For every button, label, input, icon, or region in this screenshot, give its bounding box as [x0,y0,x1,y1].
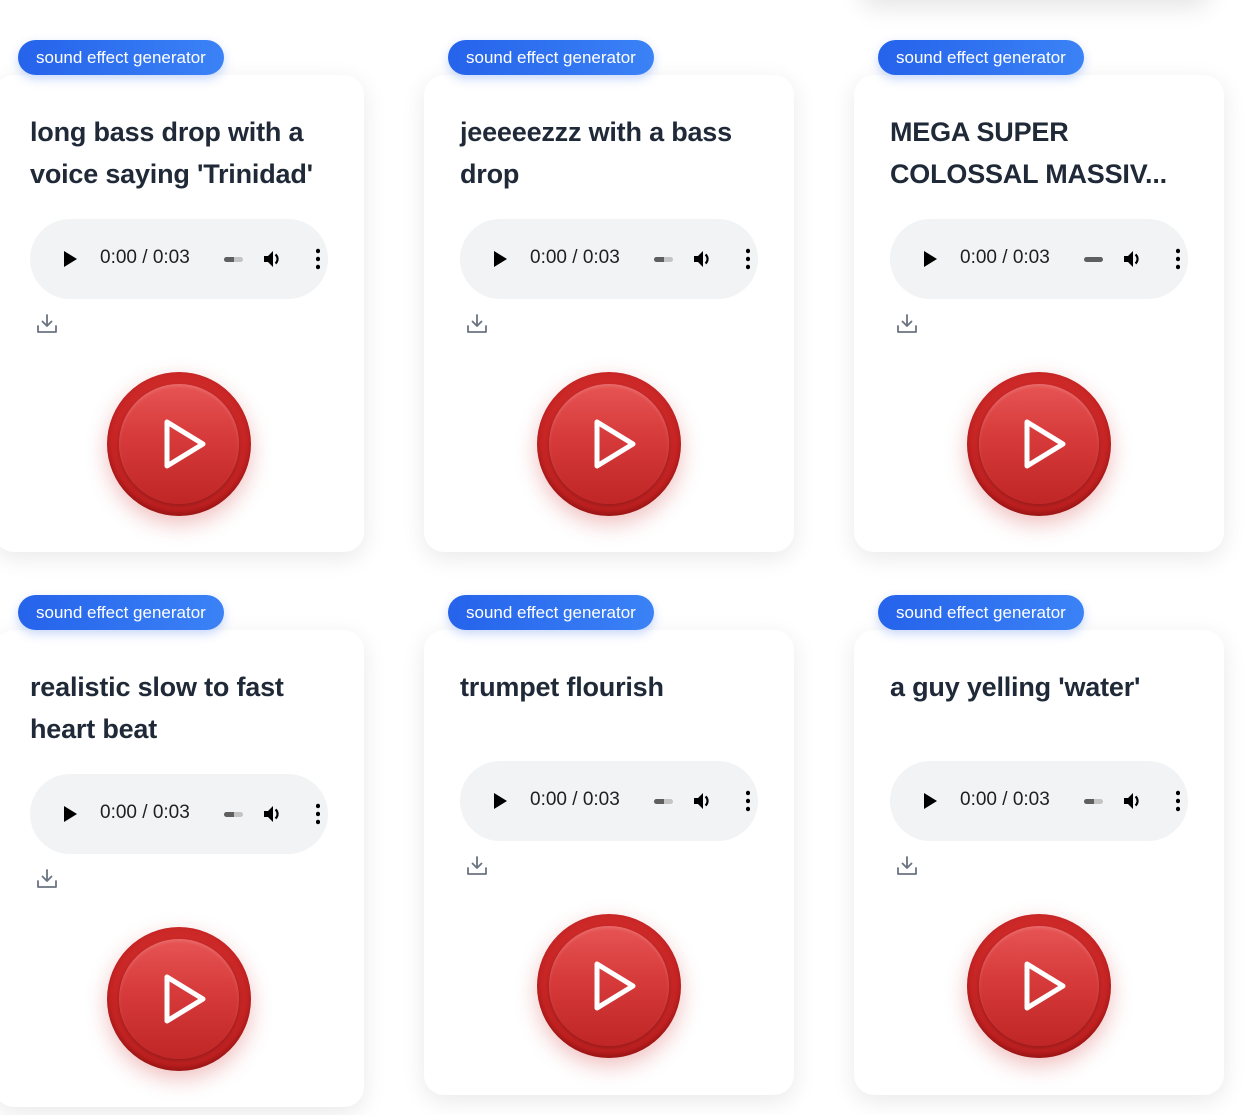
download-icon[interactable] [466,855,488,877]
category-tag[interactable]: sound effect generator [18,595,224,630]
audio-progress-slider[interactable] [224,812,243,817]
big-play-button[interactable] [537,372,681,516]
download-icon[interactable] [466,313,488,335]
volume-icon[interactable] [261,802,285,826]
play-icon [1024,419,1066,469]
sound-title-line-1: a guy yelling 'water' [890,672,1141,702]
audio-player: 0:00 / 0:03 [30,219,328,299]
sound-title[interactable]: trumpet flourish [460,666,770,708]
download-icon[interactable] [896,313,918,335]
play-icon [594,961,636,1011]
audio-play-icon[interactable] [494,251,507,267]
sound-title[interactable]: a guy yelling 'water' [890,666,1200,708]
download-icon[interactable] [896,855,918,877]
sound-title[interactable]: long bass drop with a voice saying 'Trin… [30,111,340,195]
audio-player: 0:00 / 0:03 [460,761,758,841]
audio-progress-slider[interactable] [654,799,673,804]
category-tag[interactable]: sound effect generator [18,40,224,75]
audio-progress-fill [654,799,664,804]
audio-progress-slider[interactable] [224,257,243,262]
big-play-button[interactable] [107,927,251,1071]
big-play-button[interactable] [967,914,1111,1058]
sound-title-line-1: realistic slow to fast [30,672,284,702]
sound-title[interactable]: MEGA SUPER COLOSSAL MASSIV... [890,111,1200,195]
audio-play-icon[interactable] [924,793,937,809]
play-icon [594,419,636,469]
audio-time: 0:00 / 0:03 [960,789,1050,810]
sound-card-body: trumpet flourish 0:00 / 0:03 [424,630,794,1095]
more-options-icon[interactable] [746,248,750,270]
play-icon [1024,961,1066,1011]
audio-progress-fill [1084,799,1094,804]
sound-title[interactable]: realistic slow to fast heart beat [30,666,340,750]
sound-title-line-2: drop [460,159,520,189]
volume-icon[interactable] [261,247,285,271]
big-play-button[interactable] [107,372,251,516]
volume-icon[interactable] [691,789,715,813]
sound-card-body: MEGA SUPER COLOSSAL MASSIV... 0:00 / 0:0… [854,75,1224,552]
audio-time: 0:00 / 0:03 [530,247,620,268]
sound-title-line-2: heart beat [30,714,158,744]
sound-card-body: long bass drop with a voice saying 'Trin… [0,75,364,552]
audio-time: 0:00 / 0:03 [530,789,620,810]
audio-play-icon[interactable] [64,251,77,267]
more-options-icon[interactable] [1176,790,1180,812]
audio-play-icon[interactable] [64,806,77,822]
audio-progress-fill [224,812,234,817]
category-tag[interactable]: sound effect generator [448,595,654,630]
audio-player: 0:00 / 0:03 [30,774,328,854]
play-icon [164,419,206,469]
category-tag[interactable]: sound effect generator [448,40,654,75]
sound-title-line-2: voice saying 'Trinidad' [30,159,313,189]
sound-title-line-1: trumpet flourish [460,672,664,702]
audio-player: 0:00 / 0:03 [460,219,758,299]
more-options-icon[interactable] [316,248,320,270]
category-tag[interactable]: sound effect generator [878,595,1084,630]
audio-player: 0:00 / 0:03 [890,219,1188,299]
sound-title-line-1: MEGA SUPER [890,117,1069,147]
audio-progress-fill [654,257,664,262]
category-tag[interactable]: sound effect generator [878,40,1084,75]
volume-icon[interactable] [1121,789,1145,813]
audio-play-icon[interactable] [924,251,937,267]
sound-title-line-1: jeeeeezzz with a bass [460,117,732,147]
more-options-icon[interactable] [316,803,320,825]
audio-time: 0:00 / 0:03 [100,247,190,268]
sound-title-line-2: COLOSSAL MASSIV... [890,159,1167,189]
audio-time: 0:00 / 0:03 [960,247,1050,268]
volume-icon[interactable] [691,247,715,271]
big-play-button[interactable] [967,372,1111,516]
big-play-button[interactable] [537,914,681,1058]
download-icon[interactable] [36,868,58,890]
play-icon [164,974,206,1024]
audio-play-icon[interactable] [494,793,507,809]
sound-title-line-1: long bass drop with a [30,117,304,147]
sound-card-body: a guy yelling 'water' 0:00 / 0:03 [854,630,1224,1095]
audio-progress-slider[interactable] [1084,257,1103,262]
more-options-icon[interactable] [746,790,750,812]
sound-card-body: jeeeeezzz with a bass drop 0:00 / 0:03 [424,75,794,552]
more-options-icon[interactable] [1176,248,1180,270]
audio-progress-slider[interactable] [654,257,673,262]
download-icon[interactable] [36,313,58,335]
audio-progress-fill [224,257,234,262]
volume-icon[interactable] [1121,247,1145,271]
sound-card-body: realistic slow to fast heart beat 0:00 /… [0,630,364,1107]
audio-progress-fill [1084,257,1103,262]
sound-title[interactable]: jeeeeezzz with a bass drop [460,111,770,195]
audio-time: 0:00 / 0:03 [100,802,190,823]
audio-player: 0:00 / 0:03 [890,761,1188,841]
audio-progress-slider[interactable] [1084,799,1103,804]
